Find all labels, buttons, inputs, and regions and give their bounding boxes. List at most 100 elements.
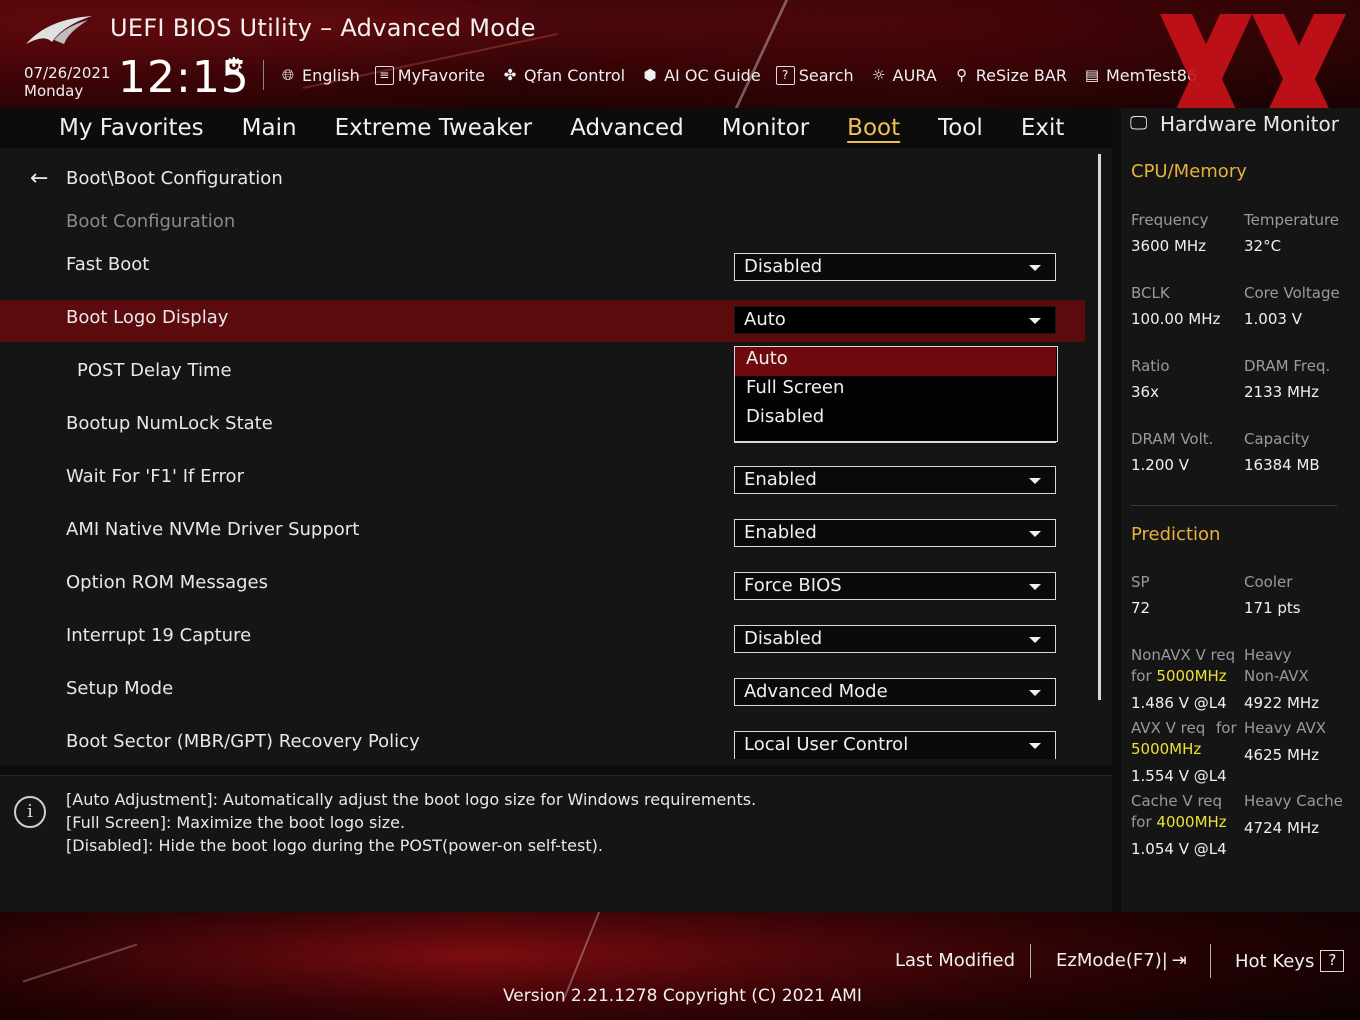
setting-label-numlock-state: Bootup NumLock State <box>66 413 273 434</box>
tab-tool[interactable]: Tool <box>919 108 1002 148</box>
myfavorite-label: MyFavorite <box>397 65 485 85</box>
select-value: Enabled <box>744 522 817 543</box>
ezmode-button[interactable]: EzMode(F7)| ⇥ <box>1056 950 1187 971</box>
ai-oc-guide-label: AI OC Guide <box>664 65 761 85</box>
interrupt-19-select[interactable]: Disabled <box>734 625 1056 653</box>
prediction-heading: Prediction <box>1131 524 1221 545</box>
clock-settings-gear-icon[interactable]: ⚙ <box>224 54 244 79</box>
hw-label-nonavx-for: for 5000MHz <box>1131 667 1227 685</box>
hw-label-heavy-nonavx: Non-AVX <box>1244 667 1309 685</box>
fast-boot-select[interactable]: Disabled <box>734 253 1056 281</box>
hw-value-sp: 72 <box>1131 599 1151 617</box>
help-line: [Disabled]: Hide the boot logo during th… <box>66 836 603 855</box>
boot-sector-recovery-select[interactable]: Local User Control <box>734 731 1056 759</box>
settings-panel <box>0 148 1112 766</box>
back-arrow-icon[interactable]: ← <box>30 166 52 191</box>
setting-label-boot-sector-recovery: Boot Sector (MBR/GPT) Recovery Policy <box>66 731 420 752</box>
fan-icon: ✤ <box>503 66 517 84</box>
language-button[interactable]: 🌐︎ English <box>278 65 360 85</box>
chevron-down-icon <box>1029 584 1041 590</box>
setting-label-interrupt-19: Interrupt 19 Capture <box>66 625 252 646</box>
last-modified-button[interactable]: Last Modified <box>895 950 1015 971</box>
tab-boot[interactable]: Boot <box>828 108 919 148</box>
hw-value-frequency: 3600 MHz <box>1131 237 1207 255</box>
tab-my-favorites[interactable]: My Favorites <box>40 108 223 148</box>
myfavorite-button[interactable]: ≡ MyFavorite <box>374 65 485 85</box>
language-label: English <box>302 65 360 85</box>
select-value: Enabled <box>744 469 817 490</box>
hw-label-core-voltage: Core Voltage <box>1244 284 1340 302</box>
setup-mode-select[interactable]: Advanced Mode <box>734 678 1056 706</box>
breadcrumb: ← Boot\Boot Configuration <box>30 166 283 191</box>
qfan-control-button[interactable]: ✤ Qfan Control <box>500 65 625 85</box>
hw-label-temperature: Temperature <box>1244 211 1340 229</box>
hw-label-bclk: BCLK <box>1131 284 1170 302</box>
date-text: 07/26/2021 <box>24 64 111 82</box>
select-value: Local User Control <box>744 734 909 755</box>
hw-value-dram-volt: 1.200 V <box>1131 456 1189 474</box>
help-question-icon: ? <box>1320 950 1345 972</box>
hw-label-cache-vreq: Cache V req <box>1131 792 1223 810</box>
monitor-icon: 🖵︎ <box>1130 113 1148 134</box>
chevron-down-icon <box>1029 531 1041 537</box>
tab-monitor[interactable]: Monitor <box>703 108 828 148</box>
hw-label-avx-vreq: AVX V req <box>1131 719 1206 737</box>
boot-logo-display-select[interactable]: Auto <box>734 306 1056 334</box>
search-icon: ? <box>775 65 795 85</box>
select-value: Disabled <box>744 628 823 649</box>
chevron-down-icon <box>1029 690 1041 696</box>
cpu-memory-heading: CPU/Memory <box>1131 161 1247 182</box>
hw-value-avx: 1.554 V @L4 <box>1131 767 1227 785</box>
ezmode-label: EzMode(F7)| <box>1056 950 1168 971</box>
wait-f1-select[interactable]: Enabled <box>734 466 1056 494</box>
hw-label-cooler: Cooler <box>1244 573 1293 591</box>
resize-bar-icon: ⚲ <box>956 66 968 84</box>
tab-extreme-tweaker[interactable]: Extreme Tweaker <box>316 108 552 148</box>
hw-label-dram-volt: DRAM Volt. <box>1131 430 1214 448</box>
settings-scrollbar[interactable] <box>1098 154 1101 700</box>
resize-bar-button[interactable]: ⚲ ReSize BAR <box>952 65 1067 85</box>
help-line: [Full Screen]: Maximize the boot logo si… <box>66 813 406 832</box>
hw-value-temperature: 32°C <box>1244 237 1282 255</box>
hw-value-cooler: 171 pts <box>1244 599 1301 617</box>
hw-divider <box>1131 505 1337 506</box>
hw-value-dram-freq: 2133 MHz <box>1244 383 1320 401</box>
search-button[interactable]: ? Search <box>775 65 854 85</box>
aura-icon: ☼ <box>871 66 886 84</box>
tab-advanced[interactable]: Advanced <box>551 108 703 148</box>
hardware-monitor-title: Hardware Monitor <box>1160 112 1339 136</box>
select-value: Advanced Mode <box>744 681 888 702</box>
info-icon: i <box>14 796 46 828</box>
hardware-monitor-header: 🖵︎ Hardware Monitor <box>1130 112 1339 136</box>
chevron-down-icon <box>1029 318 1041 324</box>
hw-freq-avx: 5000MHz <box>1131 740 1202 758</box>
chevron-down-icon <box>1029 637 1041 643</box>
aura-button[interactable]: ☼ AURA <box>869 65 937 85</box>
hot-keys-button[interactable]: Hot Keys ? <box>1235 950 1345 972</box>
dropdown-option-disabled[interactable]: Disabled <box>735 405 1056 434</box>
app-title: UEFI BIOS Utility – Advanced Mode <box>110 14 536 42</box>
resize-bar-label: ReSize BAR <box>975 65 1067 85</box>
tab-main[interactable]: Main <box>223 108 316 148</box>
dropdown-option-auto[interactable]: Auto <box>735 347 1056 376</box>
select-value: Auto <box>744 309 786 330</box>
favorite-icon: ≡ <box>374 65 394 85</box>
option-rom-select[interactable]: Force BIOS <box>734 572 1056 600</box>
tab-exit[interactable]: Exit <box>1002 108 1084 148</box>
ai-oc-guide-button[interactable]: ⬢ AI OC Guide <box>640 65 761 85</box>
hw-label-dram-freq: DRAM Freq. <box>1244 357 1331 375</box>
dropdown-option-full-screen[interactable]: Full Screen <box>735 376 1056 405</box>
setting-label-post-delay-time: POST Delay Time <box>77 360 232 381</box>
section-title: Boot Configuration <box>66 211 236 232</box>
hw-label-heavy: Heavy <box>1244 646 1292 664</box>
setting-label-boot-logo-display[interactable]: Boot Logo Display <box>66 307 228 328</box>
nvme-driver-select[interactable]: Enabled <box>734 519 1056 547</box>
day-text: Monday <box>24 82 84 100</box>
hw-label-ratio: Ratio <box>1131 357 1170 375</box>
hot-keys-label: Hot Keys <box>1235 950 1315 972</box>
hw-freq-cache: 4000MHz <box>1156 813 1227 831</box>
header-decor-streak <box>734 0 789 108</box>
select-value: Disabled <box>744 256 823 277</box>
hw-value-heavy-cache: 4724 MHz <box>1244 819 1320 837</box>
setting-label-setup-mode: Setup Mode <box>66 678 174 699</box>
